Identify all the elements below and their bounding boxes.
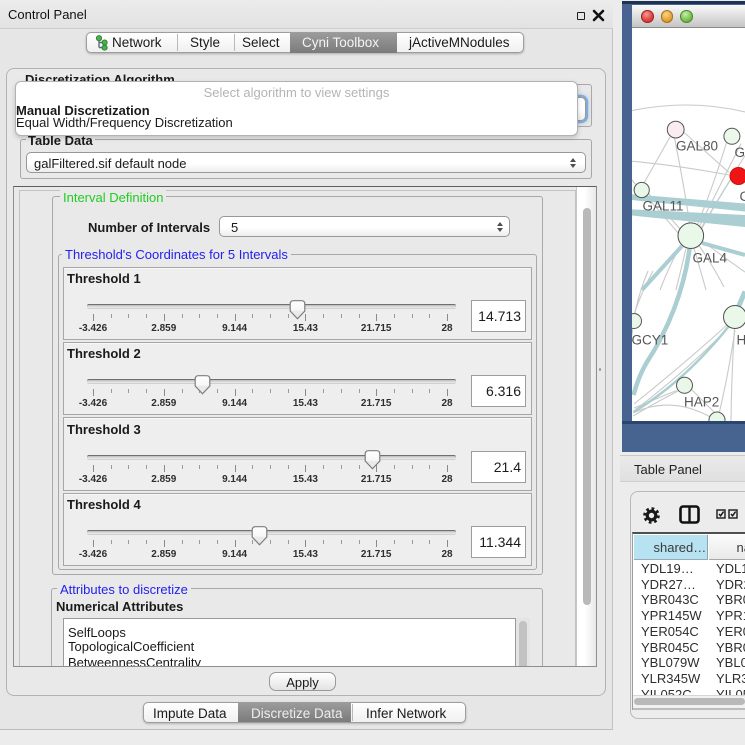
svg-text:GAL4: GAL4 [693, 251, 728, 266]
svg-text:H: H [737, 333, 745, 348]
svg-text:GAL80: GAL80 [676, 139, 718, 154]
svg-text:GAL11: GAL11 [643, 199, 684, 214]
svg-text:GA: GA [735, 145, 745, 160]
svg-text:GCY1: GCY1 [632, 333, 668, 348]
svg-text:C: C [740, 189, 745, 204]
svg-text:HAP2: HAP2 [684, 395, 719, 410]
